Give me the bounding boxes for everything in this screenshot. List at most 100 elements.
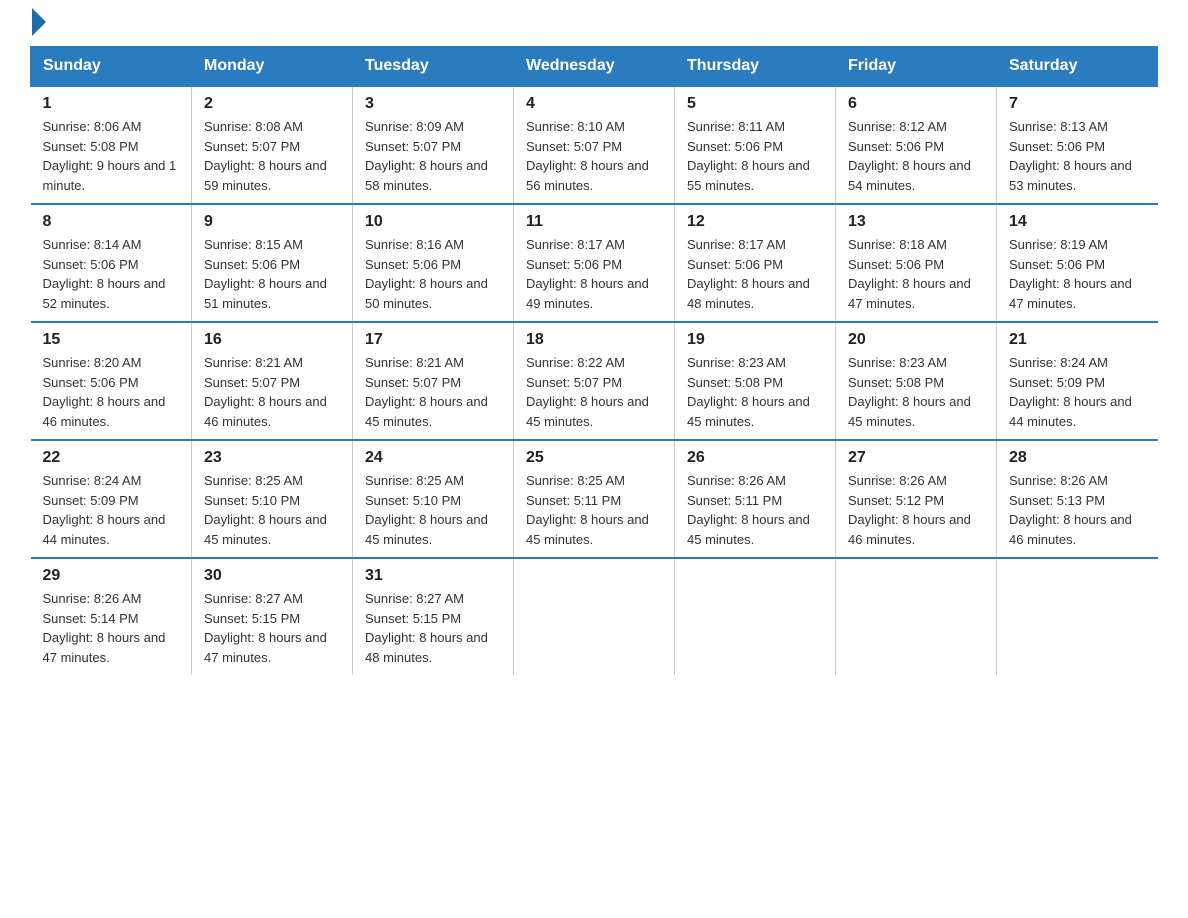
- day-info: Sunrise: 8:06 AMSunset: 5:08 PMDaylight:…: [43, 117, 180, 195]
- calendar-cell: [997, 558, 1158, 675]
- day-info: Sunrise: 8:16 AMSunset: 5:06 PMDaylight:…: [365, 235, 501, 313]
- day-number: 23: [204, 449, 340, 467]
- day-number: 14: [1009, 213, 1146, 231]
- calendar-cell: 15Sunrise: 8:20 AMSunset: 5:06 PMDayligh…: [31, 322, 192, 440]
- day-info: Sunrise: 8:24 AMSunset: 5:09 PMDaylight:…: [43, 471, 180, 549]
- day-number: 22: [43, 449, 180, 467]
- week-row-2: 8 Sunrise: 8:14 AMSunset: 5:06 PMDaylight…: [31, 204, 1158, 322]
- day-info: Sunrise: 8:26 AMSunset: 5:14 PMDaylight:…: [43, 589, 180, 667]
- day-info: Sunrise: 8:27 AMSunset: 5:15 PMDaylight:…: [204, 589, 340, 667]
- calendar-cell: 20Sunrise: 8:23 AMSunset: 5:08 PMDayligh…: [836, 322, 997, 440]
- calendar-cell: 19 Sunrise: 8:23 AMSunset: 5:08 PMDayligh…: [675, 322, 836, 440]
- calendar-table: SundayMondayTuesdayWednesdayThursdayFrid…: [30, 46, 1158, 675]
- day-number: 6: [848, 95, 984, 113]
- day-number: 4: [526, 95, 662, 113]
- calendar-cell: [836, 558, 997, 675]
- day-number: 3: [365, 95, 501, 113]
- weekday-header-sunday: Sunday: [31, 47, 192, 87]
- weekday-header-row: SundayMondayTuesdayWednesdayThursdayFrid…: [31, 47, 1158, 87]
- day-info: Sunrise: 8:26 AMSunset: 5:13 PMDaylight:…: [1009, 471, 1146, 549]
- calendar-cell: 29 Sunrise: 8:26 AMSunset: 5:14 PMDayligh…: [31, 558, 192, 675]
- day-info: Sunrise: 8:21 AMSunset: 5:07 PMDaylight:…: [365, 353, 501, 431]
- calendar-cell: 8 Sunrise: 8:14 AMSunset: 5:06 PMDaylight…: [31, 204, 192, 322]
- calendar-cell: 21 Sunrise: 8:24 AMSunset: 5:09 PMDayligh…: [997, 322, 1158, 440]
- calendar-cell: 7 Sunrise: 8:13 AMSunset: 5:06 PMDaylight…: [997, 86, 1158, 204]
- calendar-cell: 5 Sunrise: 8:11 AMSunset: 5:06 PMDaylight…: [675, 86, 836, 204]
- day-number: 8: [43, 213, 180, 231]
- day-info: Sunrise: 8:10 AMSunset: 5:07 PMDaylight:…: [526, 117, 662, 195]
- day-number: 17: [365, 331, 501, 349]
- calendar-cell: 18 Sunrise: 8:22 AMSunset: 5:07 PMDayligh…: [514, 322, 675, 440]
- day-number: 13: [848, 213, 984, 231]
- day-info: Sunrise: 8:13 AMSunset: 5:06 PMDaylight:…: [1009, 117, 1146, 195]
- day-info: Sunrise: 8:15 AMSunset: 5:06 PMDaylight:…: [204, 235, 340, 313]
- day-info: Sunrise: 8:25 AMSunset: 5:10 PMDaylight:…: [365, 471, 501, 549]
- page-header: [30, 20, 1158, 36]
- day-number: 28: [1009, 449, 1146, 467]
- day-number: 30: [204, 567, 340, 585]
- day-info: Sunrise: 8:22 AMSunset: 5:07 PMDaylight:…: [526, 353, 662, 431]
- calendar-cell: 2Sunrise: 8:08 AMSunset: 5:07 PMDaylight…: [192, 86, 353, 204]
- calendar-cell: 28 Sunrise: 8:26 AMSunset: 5:13 PMDayligh…: [997, 440, 1158, 558]
- day-number: 20: [848, 331, 984, 349]
- weekday-header-wednesday: Wednesday: [514, 47, 675, 87]
- day-info: Sunrise: 8:14 AMSunset: 5:06 PMDaylight:…: [43, 235, 180, 313]
- week-row-5: 29 Sunrise: 8:26 AMSunset: 5:14 PMDayligh…: [31, 558, 1158, 675]
- day-info: Sunrise: 8:17 AMSunset: 5:06 PMDaylight:…: [687, 235, 823, 313]
- day-number: 29: [43, 567, 180, 585]
- day-number: 2: [204, 95, 340, 113]
- calendar-cell: 10 Sunrise: 8:16 AMSunset: 5:06 PMDayligh…: [353, 204, 514, 322]
- calendar-cell: 17 Sunrise: 8:21 AMSunset: 5:07 PMDayligh…: [353, 322, 514, 440]
- day-number: 1: [43, 95, 180, 113]
- day-info: Sunrise: 8:19 AMSunset: 5:06 PMDaylight:…: [1009, 235, 1146, 313]
- day-info: Sunrise: 8:25 AMSunset: 5:10 PMDaylight:…: [204, 471, 340, 549]
- day-info: Sunrise: 8:26 AMSunset: 5:11 PMDaylight:…: [687, 471, 823, 549]
- day-info: Sunrise: 8:24 AMSunset: 5:09 PMDaylight:…: [1009, 353, 1146, 431]
- day-info: Sunrise: 8:23 AMSunset: 5:08 PMDaylight:…: [687, 353, 823, 431]
- day-info: Sunrise: 8:27 AMSunset: 5:15 PMDaylight:…: [365, 589, 501, 667]
- calendar-cell: 30 Sunrise: 8:27 AMSunset: 5:15 PMDayligh…: [192, 558, 353, 675]
- day-number: 26: [687, 449, 823, 467]
- calendar-cell: 22 Sunrise: 8:24 AMSunset: 5:09 PMDayligh…: [31, 440, 192, 558]
- calendar-cell: 12 Sunrise: 8:17 AMSunset: 5:06 PMDayligh…: [675, 204, 836, 322]
- day-number: 11: [526, 213, 662, 231]
- day-info: Sunrise: 8:25 AMSunset: 5:11 PMDaylight:…: [526, 471, 662, 549]
- day-info: Sunrise: 8:09 AMSunset: 5:07 PMDaylight:…: [365, 117, 501, 195]
- calendar-cell: [514, 558, 675, 675]
- day-number: 15: [43, 331, 180, 349]
- weekday-header-friday: Friday: [836, 47, 997, 87]
- day-info: Sunrise: 8:21 AMSunset: 5:07 PMDaylight:…: [204, 353, 340, 431]
- calendar-cell: 11 Sunrise: 8:17 AMSunset: 5:06 PMDayligh…: [514, 204, 675, 322]
- day-number: 12: [687, 213, 823, 231]
- day-number: 24: [365, 449, 501, 467]
- calendar-cell: 27Sunrise: 8:26 AMSunset: 5:12 PMDayligh…: [836, 440, 997, 558]
- day-number: 16: [204, 331, 340, 349]
- calendar-cell: 24 Sunrise: 8:25 AMSunset: 5:10 PMDayligh…: [353, 440, 514, 558]
- calendar-cell: 1 Sunrise: 8:06 AMSunset: 5:08 PMDaylight…: [31, 86, 192, 204]
- calendar-cell: 3 Sunrise: 8:09 AMSunset: 5:07 PMDaylight…: [353, 86, 514, 204]
- day-info: Sunrise: 8:12 AMSunset: 5:06 PMDaylight:…: [848, 117, 984, 195]
- weekday-header-saturday: Saturday: [997, 47, 1158, 87]
- calendar-cell: 6 Sunrise: 8:12 AMSunset: 5:06 PMDaylight…: [836, 86, 997, 204]
- calendar-cell: 9 Sunrise: 8:15 AMSunset: 5:06 PMDaylight…: [192, 204, 353, 322]
- calendar-cell: 16 Sunrise: 8:21 AMSunset: 5:07 PMDayligh…: [192, 322, 353, 440]
- day-number: 7: [1009, 95, 1146, 113]
- day-number: 19: [687, 331, 823, 349]
- week-row-4: 22 Sunrise: 8:24 AMSunset: 5:09 PMDayligh…: [31, 440, 1158, 558]
- calendar-cell: 26 Sunrise: 8:26 AMSunset: 5:11 PMDayligh…: [675, 440, 836, 558]
- day-info: Sunrise: 8:17 AMSunset: 5:06 PMDaylight:…: [526, 235, 662, 313]
- logo: [30, 20, 46, 36]
- calendar-cell: [675, 558, 836, 675]
- day-number: 21: [1009, 331, 1146, 349]
- calendar-cell: 13Sunrise: 8:18 AMSunset: 5:06 PMDayligh…: [836, 204, 997, 322]
- day-info: Sunrise: 8:11 AMSunset: 5:06 PMDaylight:…: [687, 117, 823, 195]
- logo-arrow-icon: [32, 8, 46, 36]
- day-number: 9: [204, 213, 340, 231]
- weekday-header-thursday: Thursday: [675, 47, 836, 87]
- day-number: 10: [365, 213, 501, 231]
- day-number: 18: [526, 331, 662, 349]
- calendar-cell: 25Sunrise: 8:25 AMSunset: 5:11 PMDayligh…: [514, 440, 675, 558]
- day-number: 5: [687, 95, 823, 113]
- day-number: 27: [848, 449, 984, 467]
- calendar-cell: 4 Sunrise: 8:10 AMSunset: 5:07 PMDaylight…: [514, 86, 675, 204]
